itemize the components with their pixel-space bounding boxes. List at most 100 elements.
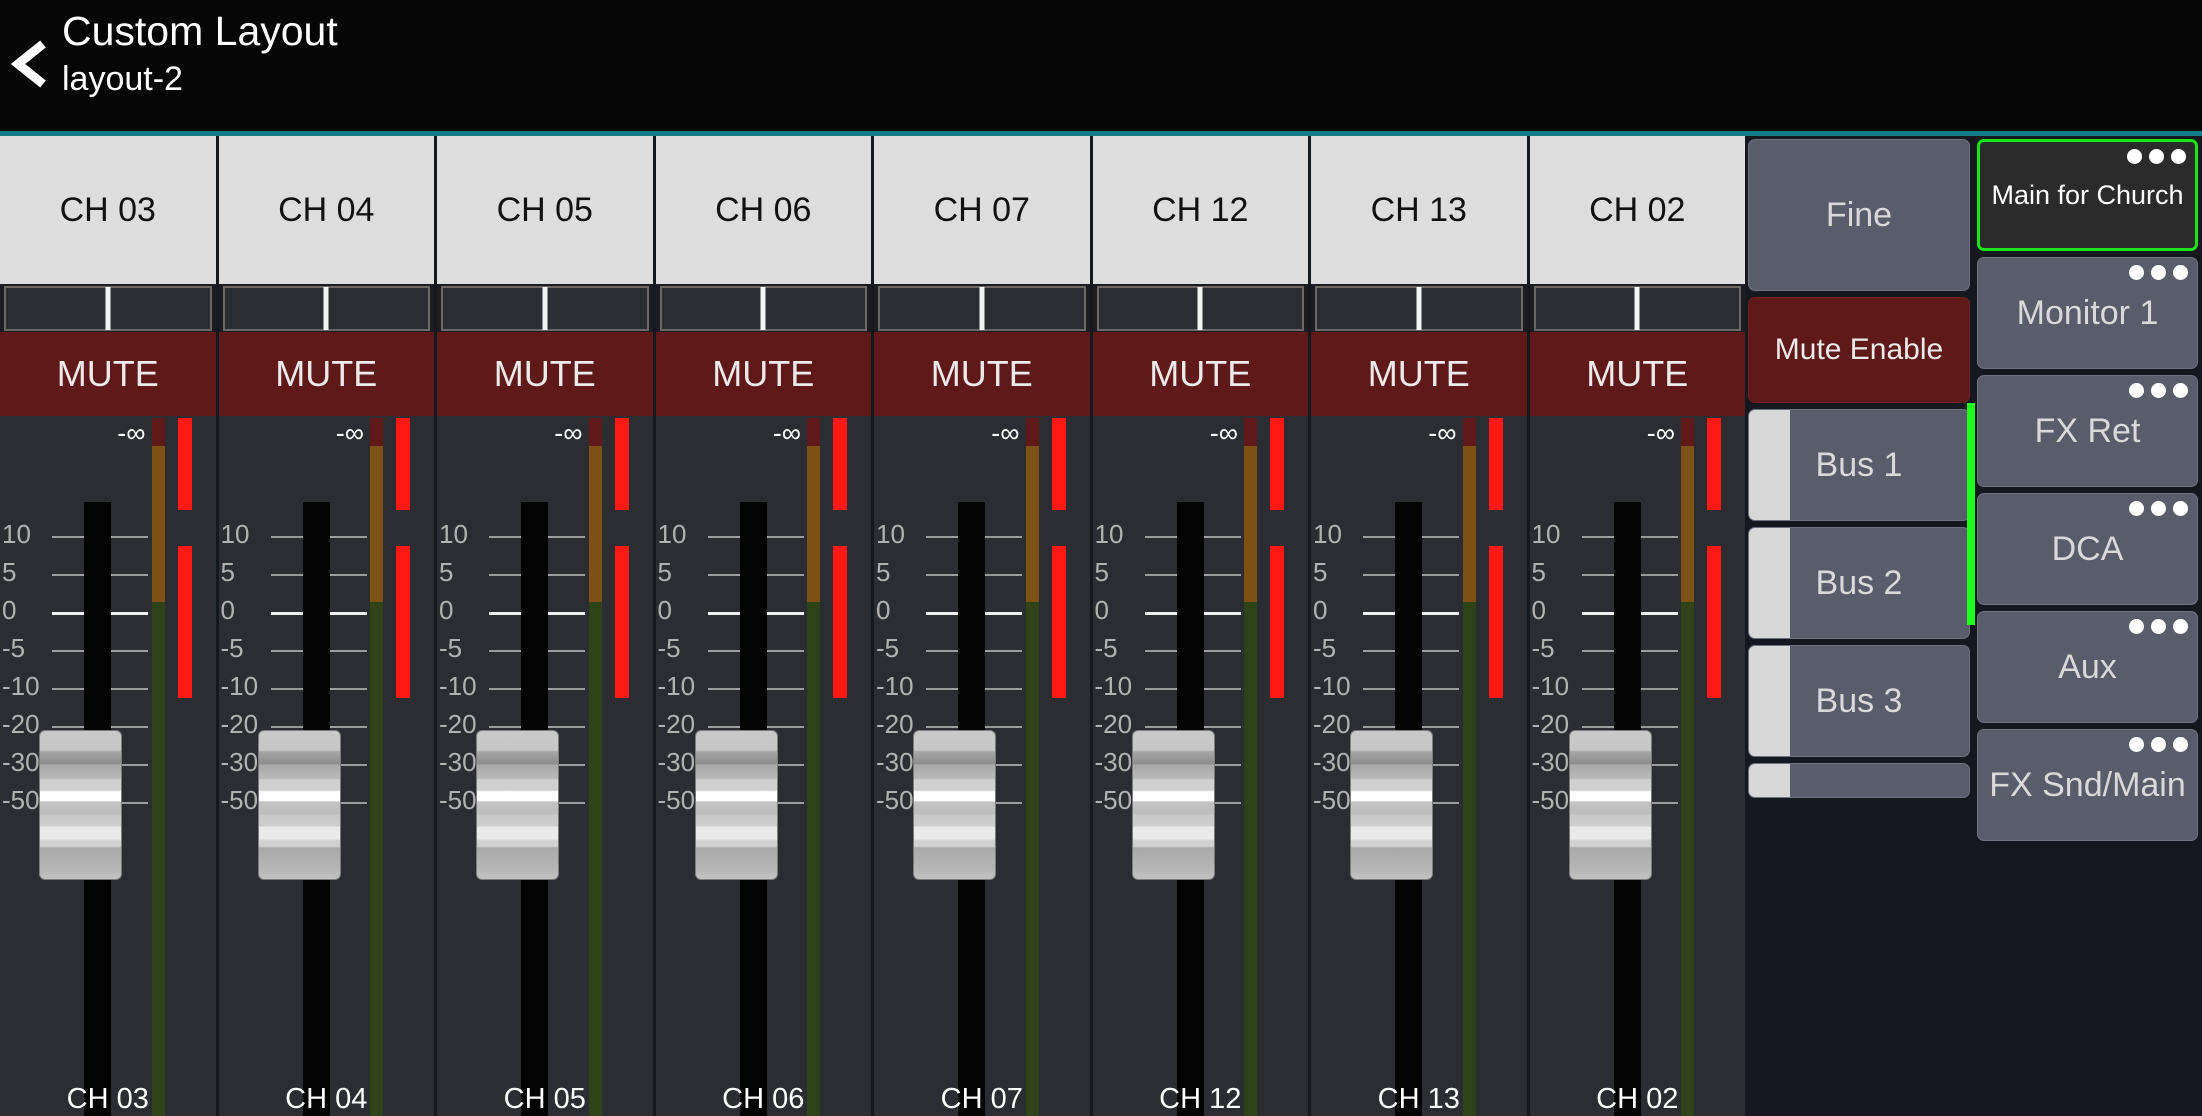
channel-name-plate[interactable]: CH 06 <box>656 136 872 284</box>
channel-name-plate[interactable]: CH 05 <box>437 136 653 284</box>
fader-handle[interactable] <box>1132 730 1215 880</box>
source-button[interactable]: Monitor 1 <box>1977 257 2198 369</box>
fader-scale-label: 0 <box>439 595 453 625</box>
channel-strip: CH 05MUTE-∞1050-5-10-20-30-50CH 05 <box>437 136 656 1116</box>
fader-handle[interactable] <box>476 730 559 880</box>
fader-scale-label: 10 <box>876 519 905 549</box>
bus-button[interactable]: Bus 1 <box>1748 409 1970 521</box>
fader-scale-label: 10 <box>2 519 31 549</box>
fader-handle[interactable] <box>258 730 341 880</box>
source-label: Monitor 1 <box>2017 294 2159 333</box>
source-button[interactable]: Aux <box>1977 611 2198 723</box>
fader-scale-label: 5 <box>1095 557 1109 587</box>
overflow-dots-icon[interactable] <box>2129 383 2188 398</box>
pan-control[interactable] <box>437 284 653 332</box>
fader-scale-label: -30 <box>658 747 696 777</box>
fader-scale-label: 0 <box>1532 595 1546 625</box>
mute-button[interactable]: MUTE <box>1530 332 1746 416</box>
pan-control[interactable] <box>1311 284 1527 332</box>
channel-name-plate[interactable]: CH 12 <box>1093 136 1309 284</box>
mute-button[interactable]: MUTE <box>437 332 653 416</box>
pan-control[interactable] <box>219 284 435 332</box>
mute-button[interactable]: MUTE <box>874 332 1090 416</box>
bus-button[interactable]: Bus 3 <box>1748 645 1970 757</box>
mute-button[interactable]: MUTE <box>219 332 435 416</box>
bus-button[interactable]: Mute Enable <box>1748 297 1970 403</box>
fader-lane: -∞1050-5-10-20-30-50CH 06 <box>656 416 872 1116</box>
overflow-dots-icon[interactable] <box>2129 619 2188 634</box>
channel-name-plate[interactable]: CH 13 <box>1311 136 1527 284</box>
meter-clip-segment <box>615 418 629 510</box>
fader-scale-label: -10 <box>1532 671 1570 701</box>
level-meter <box>1026 416 1072 1116</box>
meter-gradient-bar <box>1681 418 1694 1116</box>
back-chevron-icon[interactable] <box>10 38 54 90</box>
fader-handle[interactable] <box>913 730 996 880</box>
channel-strip: CH 13MUTE-∞1050-5-10-20-30-50CH 13 <box>1311 136 1530 1116</box>
overflow-dots-icon[interactable] <box>2129 265 2188 280</box>
pan-control[interactable] <box>1530 284 1746 332</box>
fader-scale-label: 0 <box>1313 595 1327 625</box>
pan-control[interactable] <box>656 284 872 332</box>
meter-gradient-bar <box>370 418 383 1116</box>
fader-lane: -∞1050-5-10-20-30-50CH 04 <box>219 416 435 1116</box>
fader-scale-label: -20 <box>876 709 914 739</box>
meter-gradient-bar <box>1026 418 1039 1116</box>
fader-scale-label: 0 <box>221 595 235 625</box>
pan-control[interactable] <box>0 284 216 332</box>
pan-bar <box>441 286 649 331</box>
fader-scale-label: -20 <box>439 709 477 739</box>
source-button[interactable]: DCA <box>1977 493 2198 605</box>
channel-strip-container: CH 03MUTE-∞1050-5-10-20-30-50CH 03CH 04M… <box>0 136 1745 1116</box>
pan-position-indicator <box>761 287 766 330</box>
channel-strip: CH 03MUTE-∞1050-5-10-20-30-50CH 03 <box>0 136 219 1116</box>
fader-scale-label: -30 <box>439 747 477 777</box>
source-button[interactable]: FX Ret <box>1977 375 2198 487</box>
fader-handle[interactable] <box>1350 730 1433 880</box>
source-button-column: Main for Church Monitor 1 FX Ret DCA AuxFX S… <box>1975 136 2202 1116</box>
pan-bar <box>1097 286 1305 331</box>
bus-button[interactable]: Bus 2 <box>1748 527 1970 639</box>
fader-scale-label: -10 <box>1095 671 1133 701</box>
meter-level-segment <box>1489 546 1503 698</box>
overflow-dots-icon[interactable] <box>2129 737 2188 752</box>
fader-scale-label: 0 <box>658 595 672 625</box>
fader-scale-label: -50 <box>1313 785 1351 815</box>
source-button[interactable]: FX Snd/Main <box>1977 729 2198 841</box>
channel-name-plate[interactable]: CH 03 <box>0 136 216 284</box>
overflow-dots-icon[interactable] <box>2127 149 2186 164</box>
mute-button[interactable]: MUTE <box>1093 332 1309 416</box>
pan-bar <box>4 286 212 331</box>
fader-lane: -∞1050-5-10-20-30-50CH 12 <box>1093 416 1309 1116</box>
meter-level-segment <box>178 546 192 698</box>
pan-control[interactable] <box>874 284 1090 332</box>
fader-scale-label: -20 <box>1313 709 1351 739</box>
channel-name-plate[interactable]: CH 04 <box>219 136 435 284</box>
fader-scale-label: -10 <box>658 671 696 701</box>
source-label: DCA <box>2052 530 2124 569</box>
mute-button[interactable]: MUTE <box>656 332 872 416</box>
channel-name-plate[interactable]: CH 02 <box>1530 136 1746 284</box>
mute-button[interactable]: MUTE <box>1311 332 1527 416</box>
fader-handle[interactable] <box>695 730 778 880</box>
bus-label: Bus 3 <box>1816 682 1903 721</box>
channel-strip: CH 02MUTE-∞1050-5-10-20-30-50CH 02 <box>1530 136 1746 1116</box>
fader-scale-label: -20 <box>658 709 696 739</box>
fader-scale-label: 10 <box>1313 519 1342 549</box>
fader-handle[interactable] <box>1569 730 1652 880</box>
header-titles: Custom Layout layout-2 <box>62 6 338 102</box>
source-button[interactable]: Main for Church <box>1977 139 2198 251</box>
fader-scale-label: -20 <box>2 709 40 739</box>
mute-button[interactable]: MUTE <box>0 332 216 416</box>
bus-button[interactable]: Fine <box>1748 139 1970 291</box>
meter-clip-segment <box>1707 418 1721 510</box>
pan-position-indicator <box>324 287 329 330</box>
channel-name-plate[interactable]: CH 07 <box>874 136 1090 284</box>
fader-scale-label: -50 <box>876 785 914 815</box>
pan-position-indicator <box>1635 287 1640 330</box>
bus-button[interactable] <box>1748 763 1970 798</box>
meter-level-segment <box>615 546 629 698</box>
pan-control[interactable] <box>1093 284 1309 332</box>
overflow-dots-icon[interactable] <box>2129 501 2188 516</box>
fader-handle[interactable] <box>39 730 122 880</box>
